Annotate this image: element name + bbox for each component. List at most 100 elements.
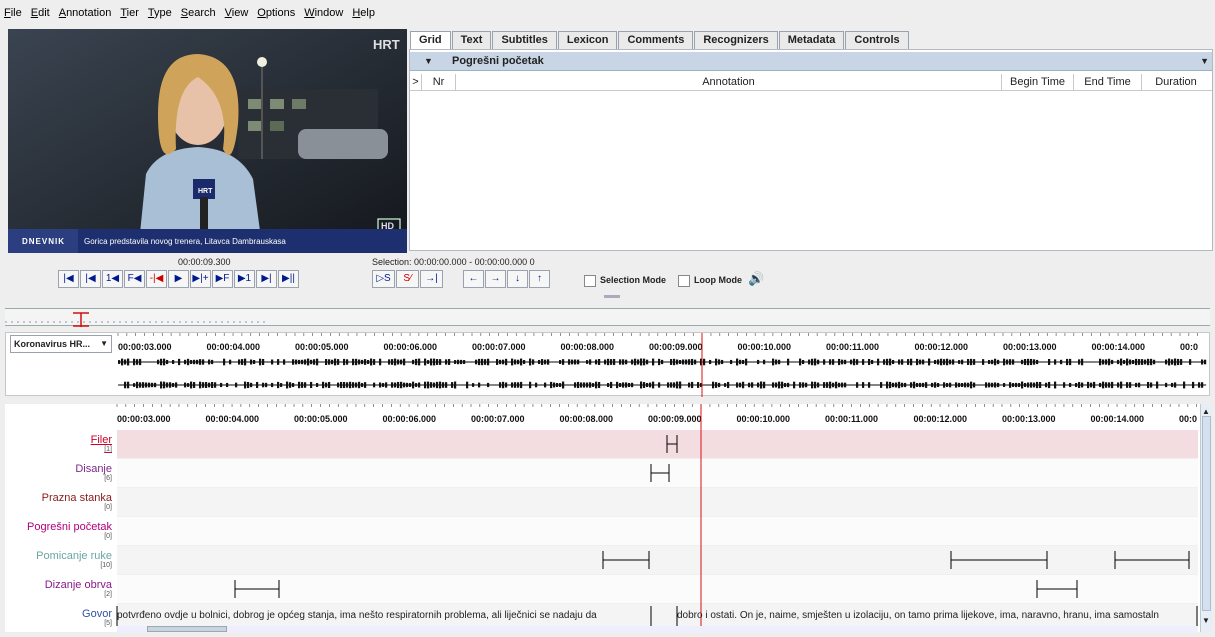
tier-annotations (116, 404, 1198, 626)
govor-annotation-1[interactable]: potvrđeno ovdje u bolnici, dobrog je opć… (117, 610, 657, 621)
previous-frame-button[interactable]: F◀ (124, 270, 145, 288)
waveform-sample (784, 383, 787, 387)
col-marker[interactable]: > (410, 74, 422, 90)
horizontal-scrollbar[interactable] (117, 626, 1197, 632)
menu-search[interactable]: Search (181, 7, 216, 19)
waveform-sample (418, 382, 421, 388)
menu-file[interactable]: File (4, 7, 22, 19)
menu-view[interactable]: View (225, 7, 249, 19)
waveform-sample (580, 361, 583, 363)
timeline-overview[interactable] (5, 308, 1210, 327)
splitter-handle[interactable] (604, 295, 620, 298)
col-duration[interactable]: Duration (1142, 74, 1210, 90)
waveform-sample (883, 384, 886, 386)
volume-icon[interactable]: 🔊 (748, 271, 764, 287)
previous-scrollview-button[interactable]: |◀ (80, 270, 101, 288)
tier-selector[interactable]: ▼ Pogrešni početak ▼ (410, 52, 1212, 71)
waveform-sample (163, 381, 166, 389)
scroll-down-icon[interactable]: ▼ (1202, 616, 1210, 625)
next-pixel-button[interactable]: ▶|+ (190, 270, 211, 288)
waveform-viewer[interactable]: Koronavirus HR... ▼ 00:00:03.000 00:00:04… (5, 332, 1210, 397)
go-to-end-button[interactable]: ▶|| (278, 270, 299, 288)
tab-text[interactable]: Text (451, 31, 492, 49)
waveform-sample (535, 382, 538, 388)
waveform-sample (820, 361, 823, 363)
waveform-sample (952, 359, 955, 365)
collapse-icon[interactable]: ▼ (424, 56, 433, 66)
col-nr[interactable]: Nr (422, 74, 456, 90)
waveform-sample (649, 361, 652, 363)
waveform-sample (235, 361, 238, 363)
col-begin-time[interactable]: Begin Time (1002, 74, 1074, 90)
waveform-sample (1120, 358, 1123, 366)
waveform-sample (898, 381, 901, 389)
menu-type[interactable]: Type (148, 7, 172, 19)
col-annotation[interactable]: Annotation (456, 74, 1002, 90)
waveform-sample (523, 384, 526, 386)
next-second-button[interactable]: ▶1 (234, 270, 255, 288)
menu-options[interactable]: Options (257, 7, 295, 19)
waveform-sample (847, 384, 850, 386)
next-frame-button[interactable]: ▶F (212, 270, 233, 288)
scroll-up-icon[interactable]: ▲ (1202, 407, 1210, 416)
menu-window[interactable]: Window (304, 7, 343, 19)
waveform-sample (340, 361, 343, 363)
timeline-viewer[interactable]: 00:00:03.000 00:00:04.000 00:00:05.000 00:0… (5, 404, 1212, 633)
waveform-sample (616, 361, 619, 363)
video-viewer[interactable]: HD HRT HRT DNEVNIK Gorica predstavila no… (8, 29, 407, 253)
waveform-sample (376, 361, 379, 363)
go-to-begin-button[interactable]: |◀ (58, 270, 79, 288)
waveform-sample (1168, 358, 1171, 366)
previous-annotation-button[interactable]: ← (463, 270, 484, 288)
previous-pixel-button[interactable]: -|◀ (146, 270, 167, 288)
waveform-sample (1006, 384, 1009, 386)
waveform-sample (169, 382, 172, 388)
waveform-sample (745, 358, 748, 366)
previous-second-button[interactable]: 1◀ (102, 270, 123, 288)
horizontal-scroll-thumb[interactable] (147, 626, 227, 632)
tab-comments[interactable]: Comments (618, 31, 694, 49)
loop-mode-checkbox[interactable] (678, 275, 690, 287)
waveform-sample (928, 358, 931, 366)
annotation-up-button[interactable]: ↑ (529, 270, 550, 288)
vertical-scrollbar[interactable]: ▲ ▼ (1200, 404, 1212, 632)
govor-annotation-2[interactable]: dobro i ostati. On je, naime, smješten u… (677, 610, 1197, 621)
waveform-sample (586, 382, 589, 388)
tab-grid[interactable]: Grid (410, 31, 451, 49)
tab-lexicon[interactable]: Lexicon (557, 31, 618, 49)
waveform-sample (712, 361, 715, 363)
waveform-sample (940, 384, 943, 386)
next-annotation-button[interactable]: → (485, 270, 506, 288)
menu-edit[interactable]: Edit (31, 7, 50, 19)
play-button[interactable]: ▶ (168, 270, 189, 288)
tab-subtitles[interactable]: Subtitles (492, 31, 557, 49)
waveform-sample (250, 359, 253, 365)
waveform-sample (910, 358, 913, 366)
scroll-thumb[interactable] (1202, 416, 1211, 611)
tab-controls[interactable]: Controls (845, 31, 909, 49)
waveform-sample (529, 358, 532, 366)
show-name: DNEVNIK (22, 237, 65, 246)
waveform-sample (463, 384, 466, 386)
waveform-sample (964, 361, 967, 363)
to-selection-end-button[interactable]: →| (420, 270, 443, 288)
waveform-sample (346, 382, 349, 388)
menu-tier[interactable]: Tier (120, 7, 139, 19)
annotation-down-button[interactable]: ↓ (507, 270, 528, 288)
waveform-sample (130, 361, 133, 363)
tab-metadata[interactable]: Metadata (778, 31, 845, 49)
next-scrollview-button[interactable]: ▶| (256, 270, 277, 288)
selection-mode-checkbox[interactable] (584, 275, 596, 287)
col-end-time[interactable]: End Time (1074, 74, 1142, 90)
chevron-down-icon[interactable]: ▼ (1200, 56, 1209, 66)
menu-help[interactable]: Help (352, 7, 375, 19)
waveform-sample (724, 361, 727, 363)
menu-annotation[interactable]: Annotation (59, 7, 112, 19)
tab-recognizers[interactable]: Recognizers (694, 31, 778, 49)
waveform-sample (181, 384, 184, 386)
play-selection-button[interactable]: ▷S (372, 270, 395, 288)
waveform-sample (286, 361, 289, 363)
waveform-sample (172, 360, 175, 364)
clear-selection-button[interactable]: S⁄ (396, 270, 419, 288)
current-time: 00:00:09.300 (178, 257, 231, 267)
